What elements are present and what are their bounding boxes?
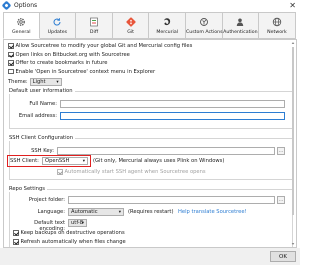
- general-panel: Allow Sourcetree to modify your global G…: [3, 39, 297, 248]
- mercurial-icon: [164, 18, 171, 26]
- tab-label: Network: [267, 30, 287, 35]
- user-info-group: [9, 91, 293, 129]
- checkbox-label: Enable 'Open in Sourcetree' context menu…: [15, 68, 156, 75]
- authentication-icon: [237, 18, 244, 26]
- keep-backups-checkbox[interactable]: Keep backups on destructive operations: [13, 230, 125, 236]
- checkbox-label: Open links on Bitbucket.org with Sourcet…: [15, 51, 130, 58]
- checkbox-label: Offer to create bookmarks in future: [15, 60, 108, 66]
- checkbox-label: Refresh automatically when files change: [20, 239, 126, 245]
- project-folder-browse-button[interactable]: ...: [277, 196, 285, 204]
- tab-label: General: [12, 30, 31, 35]
- full-name-label: Full Name:: [29, 101, 57, 107]
- tab-custom-actions[interactable]: Custom Actions: [185, 12, 223, 39]
- tab-network[interactable]: Network: [259, 12, 296, 39]
- theme-row: Theme: Light ▾: [8, 78, 62, 86]
- theme-select[interactable]: Light ▾: [29, 78, 62, 86]
- git-icon: [125, 17, 136, 27]
- tab-mercurial[interactable]: Mercurial: [149, 12, 186, 39]
- close-icon[interactable]: ✕: [289, 1, 296, 11]
- checkbox-box[interactable]: [13, 230, 19, 236]
- window-title: Options: [14, 2, 38, 9]
- open-bitbucket-links-checkbox[interactable]: Open links on Bitbucket.org with Sourcet…: [8, 52, 130, 58]
- sourcetree-app-icon: [1, 0, 12, 11]
- checkbox-box[interactable]: [13, 239, 19, 245]
- tab-diff[interactable]: Diff: [76, 12, 113, 39]
- checkbox-box[interactable]: [8, 43, 14, 49]
- checkbox-box[interactable]: [57, 169, 63, 175]
- auto-start-ssh-agent-checkbox[interactable]: Automatically start SSH agent when Sourc…: [57, 169, 206, 175]
- ssh-config-title: SSH Client Configuration: [9, 135, 75, 141]
- language-note: (Requires restart): [128, 209, 174, 215]
- ssh-client-value: OpenSSH: [45, 158, 70, 164]
- offer-bookmarks-checkbox[interactable]: Offer to create bookmarks in future: [8, 60, 108, 66]
- network-icon: [272, 17, 282, 27]
- text-encoding-select[interactable]: utf-8 ▾: [68, 219, 87, 227]
- tab-updates[interactable]: Updates: [39, 12, 77, 39]
- allow-modify-config-checkbox[interactable]: Allow Sourcetree to modify your global G…: [8, 43, 192, 49]
- ssh-client-label: SSH Client:: [10, 158, 39, 164]
- project-folder-label: Project folder:: [28, 197, 65, 203]
- language-label: Language:: [37, 209, 65, 215]
- chevron-down-icon: ▾: [118, 210, 121, 215]
- tab-label: Git: [127, 30, 134, 35]
- custom-actions-icon: [199, 18, 208, 26]
- tab-authentication[interactable]: Authentication: [222, 12, 260, 39]
- checkbox-box[interactable]: [8, 51, 14, 58]
- checkbox-box[interactable]: [8, 68, 14, 75]
- refresh-icon: [53, 18, 61, 26]
- chevron-down-icon: ▾: [81, 221, 84, 226]
- language-select[interactable]: Automatic ▾: [68, 208, 124, 216]
- ssh-key-label: SSH Key:: [31, 148, 54, 154]
- title-bar: Options ✕: [0, 0, 300, 12]
- chevron-down-icon: ▾: [56, 80, 59, 85]
- tab-label: Updates: [47, 30, 68, 35]
- checkbox-box[interactable]: [8, 60, 14, 66]
- theme-label: Theme:: [8, 79, 28, 85]
- tab-git[interactable]: Git: [112, 12, 150, 39]
- ssh-client-note: (Git only, Mercurial always uses Plink o…: [93, 158, 225, 164]
- tab-label: Diff: [89, 30, 99, 35]
- tab-strip: General Updates Diff Git Mercurial Custo…: [3, 12, 297, 40]
- email-field[interactable]: [60, 112, 285, 120]
- ok-button[interactable]: OK: [270, 251, 296, 262]
- chevron-down-icon: ▾: [82, 159, 85, 164]
- ssh-client-select[interactable]: OpenSSH ▾: [42, 157, 88, 165]
- refresh-automatically-checkbox[interactable]: Refresh automatically when files change: [13, 239, 126, 245]
- checkbox-label: Automatically start SSH agent when Sourc…: [64, 169, 206, 175]
- vertical-scrollbar[interactable]: [291, 41, 295, 246]
- checkbox-label: Keep backups on destructive operations: [20, 230, 125, 236]
- diff-icon: [90, 17, 98, 27]
- full-name-field[interactable]: [60, 100, 285, 108]
- gear-icon: [17, 18, 26, 26]
- help-translate-link[interactable]: Help translate Sourcetree!: [178, 209, 247, 215]
- tab-label: Custom Actions: [185, 30, 223, 35]
- checkbox-label: Allow Sourcetree to modify your global G…: [15, 43, 193, 49]
- repo-settings-title: Repo Settings: [9, 186, 47, 192]
- project-folder-field[interactable]: [68, 196, 275, 204]
- dialog-footer: OK: [0, 248, 300, 265]
- language-value: Automatic: [71, 209, 98, 215]
- user-info-title: Default user information: [9, 88, 75, 94]
- tab-label: Mercurial: [156, 30, 179, 35]
- tab-general[interactable]: General: [3, 12, 40, 39]
- email-label: Email address:: [18, 113, 57, 119]
- ssh-key-browse-button[interactable]: ...: [277, 147, 285, 155]
- tab-label: Authentication: [223, 30, 258, 35]
- explorer-context-menu-checkbox[interactable]: Enable 'Open in Sourcetree' context menu…: [8, 69, 155, 75]
- ssh-key-field[interactable]: [57, 147, 275, 155]
- theme-value: Light: [32, 79, 46, 85]
